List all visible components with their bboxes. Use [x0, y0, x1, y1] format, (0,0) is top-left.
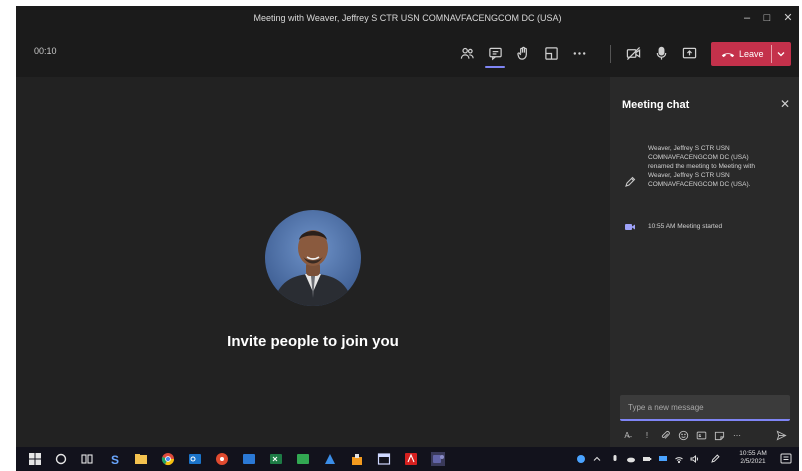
- search-icon[interactable]: [54, 452, 68, 466]
- camera-toggle-button[interactable]: [620, 41, 646, 65]
- share-screen-icon: [682, 47, 696, 58]
- more-options-button[interactable]: ⋯: [730, 429, 744, 443]
- breakout-icon: [544, 46, 558, 60]
- mic-tray-icon[interactable]: [610, 454, 620, 464]
- camera-off-icon: [626, 46, 640, 60]
- meeting-control-bar: 00:10 Leave: [16, 31, 799, 77]
- sticker-button[interactable]: [712, 429, 726, 443]
- battery-icon[interactable]: [642, 454, 652, 464]
- windows-start-icon[interactable]: [28, 452, 42, 466]
- chevron-down-icon[interactable]: [775, 48, 787, 60]
- maximize-button[interactable]: □: [756, 9, 778, 27]
- chat-event-text: 10:55 AM Meeting started: [648, 223, 723, 230]
- network-status-icon[interactable]: [576, 454, 586, 464]
- app-s-icon[interactable]: S: [108, 452, 122, 466]
- close-icon: ✕: [779, 97, 791, 111]
- meeting-chat-panel: Meeting chat ✕ Weaver, Jeffrey S CTR USN…: [610, 77, 799, 447]
- video-icon: [625, 224, 635, 230]
- app-window-icon[interactable]: [377, 452, 391, 466]
- invite-prompt: Invite people to join you: [227, 333, 399, 350]
- send-icon: [776, 430, 787, 441]
- pencil-icon: [625, 176, 636, 187]
- file-explorer-icon[interactable]: [134, 452, 148, 466]
- app-blue-icon[interactable]: [242, 452, 256, 466]
- wifi-icon[interactable]: [674, 454, 684, 464]
- volume-icon[interactable]: [690, 454, 700, 464]
- excel-icon[interactable]: [269, 452, 283, 466]
- app-shape-icon[interactable]: [323, 452, 337, 466]
- cloud-icon[interactable]: [626, 454, 636, 464]
- participant-avatar: [265, 210, 361, 306]
- compose-toolbar: A̶ ! ⋯: [620, 429, 790, 443]
- clock-date: 2/5/2021: [740, 458, 766, 465]
- title-bar: Meeting with Weaver, Jeffrey S CTR USN C…: [16, 6, 799, 31]
- important-button[interactable]: !: [640, 429, 654, 443]
- people-icon: [460, 47, 474, 59]
- message-input[interactable]: [620, 395, 790, 419]
- sticker-icon: [714, 431, 724, 441]
- share-screen-button[interactable]: [676, 41, 702, 65]
- outlook-icon[interactable]: [188, 452, 202, 466]
- send-button[interactable]: [774, 429, 788, 443]
- mic-toggle-button[interactable]: [648, 41, 674, 65]
- raise-hand-icon: [516, 46, 527, 60]
- app-orange-icon[interactable]: [350, 452, 364, 466]
- leave-button[interactable]: Leave: [711, 42, 791, 66]
- meeting-stage: Invite people to join you: [16, 77, 610, 447]
- close-window-button[interactable]: ✕: [777, 9, 799, 27]
- task-view-icon[interactable]: [80, 452, 94, 466]
- paperclip-icon: [661, 431, 670, 439]
- mic-icon: [656, 46, 666, 60]
- chrome-icon[interactable]: [161, 452, 175, 466]
- gif-icon: [696, 431, 706, 440]
- gif-button[interactable]: [694, 429, 708, 443]
- display-icon[interactable]: [658, 454, 668, 464]
- window-title: Meeting with Weaver, Jeffrey S CTR USN C…: [253, 13, 562, 23]
- format-button[interactable]: A̶: [620, 429, 634, 443]
- chevron-up-icon[interactable]: [592, 454, 602, 464]
- acrobat-icon[interactable]: [404, 452, 418, 466]
- participants-button[interactable]: [454, 41, 480, 65]
- pen-icon[interactable]: [710, 454, 720, 464]
- emoji-icon: [678, 430, 688, 441]
- taskbar-clock[interactable]: 10:55 AM 2/5/2021: [733, 450, 773, 466]
- more-actions-button[interactable]: [566, 41, 592, 65]
- meeting-timer: 00:10: [34, 46, 57, 56]
- teams-taskbar-icon[interactable]: [431, 452, 445, 466]
- format-icon: A̶: [624, 431, 630, 440]
- app-red-icon[interactable]: [215, 452, 229, 466]
- windows-taskbar: S 10:55 AM 2/5/2021: [16, 447, 799, 471]
- chat-icon: [488, 47, 502, 60]
- control-divider: [610, 45, 611, 63]
- minimize-button[interactable]: –: [736, 9, 758, 27]
- chat-panel-title: Meeting chat: [622, 99, 690, 111]
- chat-event-text: Weaver, Jeffrey S CTR USN COMNAVFACENGCO…: [648, 145, 755, 188]
- breakout-rooms-button[interactable]: [538, 41, 564, 65]
- more-icon: ⋯: [733, 431, 741, 440]
- notifications-icon[interactable]: [779, 452, 793, 466]
- chat-button[interactable]: [482, 41, 508, 68]
- teams-window: Meeting with Weaver, Jeffrey S CTR USN C…: [16, 6, 799, 471]
- raise-hand-button[interactable]: [510, 41, 536, 65]
- message-compose-box[interactable]: [620, 395, 790, 421]
- leave-label: Leave: [739, 49, 764, 59]
- hang-up-icon: [721, 53, 735, 58]
- exclamation-icon: !: [645, 431, 649, 440]
- more-icon: [573, 51, 585, 55]
- leave-separator: [771, 45, 772, 63]
- app-green-icon[interactable]: [296, 452, 310, 466]
- clock-time: 10:55 AM: [739, 450, 767, 457]
- close-chat-button[interactable]: ✕: [778, 97, 792, 111]
- attach-button[interactable]: [658, 429, 672, 443]
- svg-text:S: S: [111, 453, 119, 466]
- chat-event-meeting-started: 10:55 AM Meeting started: [622, 220, 792, 234]
- emoji-button[interactable]: [676, 429, 690, 443]
